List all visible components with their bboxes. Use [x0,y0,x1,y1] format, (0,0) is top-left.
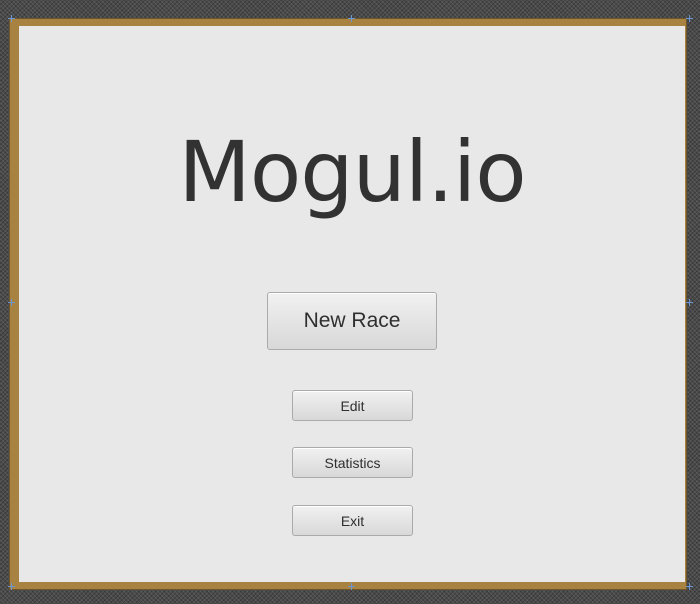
app-title: Mogul.io [178,123,526,221]
resize-handle-top-right-icon[interactable] [686,15,693,22]
resize-handle-right-icon[interactable] [686,299,693,306]
exit-button[interactable]: Exit [292,505,413,536]
resize-handle-left-icon[interactable] [8,299,15,306]
resize-handle-top-icon[interactable] [348,15,355,22]
main-panel: Mogul.io New Race Edit Statistics Exit [19,26,685,582]
edit-button[interactable]: Edit [292,390,413,421]
new-race-button[interactable]: New Race [267,292,437,350]
resize-handle-bottom-left-icon[interactable] [8,583,15,590]
statistics-button[interactable]: Statistics [292,447,413,478]
resize-handle-bottom-right-icon[interactable] [686,583,693,590]
resize-handle-bottom-icon[interactable] [348,583,355,590]
resize-handle-top-left-icon[interactable] [8,15,15,22]
